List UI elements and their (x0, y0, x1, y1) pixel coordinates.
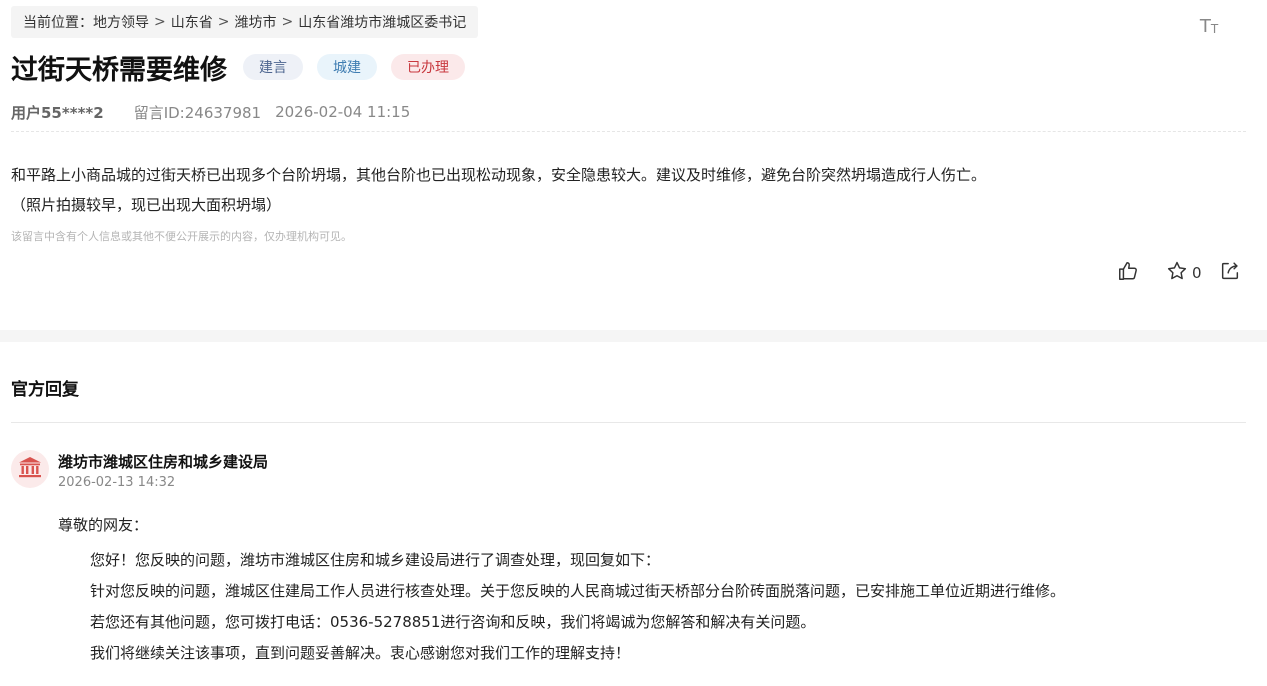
breadcrumb-prefix: 当前位置： (23, 15, 93, 31)
official-reply-heading: 官方回复 (11, 380, 79, 400)
star-icon (1166, 260, 1188, 286)
reply-paragraph: 您好！您反映的问题，潍坊市潍城区住房和城乡建设局进行了调查处理，现回复如下： (90, 551, 661, 569)
favorite-button[interactable]: 0 (1166, 260, 1202, 286)
post-header: 过街天桥需要维修 建言 城建 已办理 (11, 48, 465, 86)
divider (11, 131, 1246, 132)
post-author: 用户55****2 (11, 103, 104, 122)
message-id: 留言ID:24637981 (133, 103, 262, 122)
breadcrumb-separator: > (217, 14, 230, 30)
privacy-note: 该留言中含有个人信息或其他不便公开展示的内容，仅办理机构可见。 (11, 230, 352, 243)
post-content: 和平路上小商品城的过街天桥已出现多个台阶坍塌，其他台阶也已出现松动现象，安全隐患… (11, 160, 987, 243)
reply-paragraph: 针对您反映的问题，潍城区住建局工作人员进行核查处理。关于您反映的人民商城过街天桥… (90, 582, 1066, 600)
breadcrumb-separator: > (281, 14, 294, 30)
reply-paragraph: 我们将继续关注该事项，直到问题妥善解决。衷心感谢您对我们工作的理解支持！ (90, 644, 631, 662)
like-button[interactable] (1117, 260, 1139, 286)
font-size-icon[interactable]: T T (1196, 12, 1222, 37)
reply-greeting: 尊敬的网友： (58, 516, 149, 534)
status-badge: 已办理 (391, 54, 465, 80)
post-meta: 用户55****2 留言ID:24637981 2026-02-04 11:15 (11, 102, 410, 122)
content-line: 和平路上小商品城的过街天桥已出现多个台阶坍塌，其他台阶也已出现松动现象，安全隐患… (11, 166, 987, 184)
breadcrumb-link-secretary[interactable]: 山东省潍坊市潍城区委书记 (298, 12, 466, 32)
reply-paragraph: 若您还有其他问题，您可拨打电话：0536-5278851进行咨询和反映，我们将竭… (90, 613, 816, 631)
breadcrumb: 当前位置： 地方领导 > 山东省 > 潍坊市 > 山东省潍坊市潍城区委书记 (11, 6, 479, 38)
divider (11, 422, 1246, 423)
breadcrumb-link-shandong[interactable]: 山东省 (171, 12, 213, 32)
share-button[interactable] (1219, 260, 1241, 286)
avatar (11, 450, 49, 488)
breadcrumb-link-weifang[interactable]: 潍坊市 (234, 12, 276, 32)
font-size-big-t: T (1199, 16, 1211, 37)
tag-suggestion: 建言 (243, 54, 303, 80)
content-line: （照片拍摄较早，现已出现大面积坍塌） (11, 196, 282, 214)
breadcrumb-separator: > (154, 14, 166, 30)
font-size-small-t: T (1210, 22, 1219, 36)
favorite-count: 0 (1192, 264, 1202, 282)
reply-body: 尊敬的网友： 您好！您反映的问题，潍坊市潍城区住房和城乡建设局进行了调查处理，现… (58, 514, 1065, 669)
page-title: 过街天桥需要维修 (11, 54, 227, 86)
post-actions: 0 (1117, 260, 1241, 286)
breadcrumb-link-local-leaders[interactable]: 地方领导 (93, 12, 149, 32)
thumbs-up-icon (1117, 260, 1139, 286)
reply-org-name: 潍坊市潍城区住房和城乡建设局 (58, 453, 269, 471)
tag-urban-construction: 城建 (317, 54, 377, 80)
government-building-icon (18, 456, 42, 482)
post-datetime: 2026-02-04 11:15 (275, 103, 411, 121)
section-separator (0, 330, 1267, 342)
reply-timestamp: 2026-02-13 14:32 (58, 475, 176, 490)
share-icon (1219, 260, 1241, 286)
